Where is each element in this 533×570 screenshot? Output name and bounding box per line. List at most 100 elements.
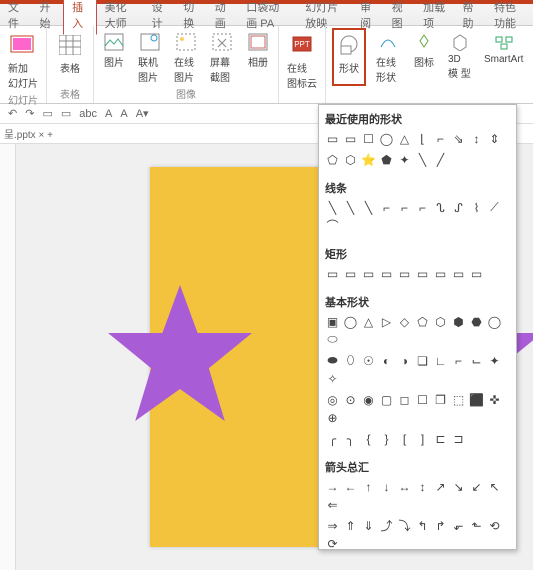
shape-option[interactable]: ◯ xyxy=(487,314,502,329)
shape-option[interactable]: ✦ xyxy=(397,152,412,167)
shape-option[interactable]: ▭ xyxy=(397,266,412,281)
shape-option[interactable]: ▷ xyxy=(379,314,394,329)
shape-option[interactable]: ⌊ xyxy=(415,131,430,146)
shape-option[interactable]: ╱ xyxy=(433,152,448,167)
shape-option[interactable]: ◻ xyxy=(397,392,412,407)
shape-option[interactable]: ◉ xyxy=(361,392,376,407)
icons-button[interactable]: 图标 xyxy=(410,28,438,86)
shape-option[interactable]: ⬐ xyxy=(451,518,466,533)
shape-option[interactable]: ⬯ xyxy=(343,353,358,368)
shape-option[interactable]: ⌙ xyxy=(469,353,484,368)
shape-option[interactable]: ▭ xyxy=(433,266,448,281)
online-picture-button[interactable]: 联机图片 xyxy=(136,28,164,86)
shape-option[interactable]: ╲ xyxy=(343,200,358,215)
online-shapes-button[interactable]: 在线形状 xyxy=(374,28,402,86)
shape-option[interactable]: ╭ xyxy=(325,431,340,446)
mini-tool[interactable]: abc xyxy=(77,108,99,120)
shape-option[interactable]: ◎ xyxy=(325,392,340,407)
mini-tool[interactable]: ▭ xyxy=(59,107,73,120)
shape-option[interactable]: ⌒ xyxy=(325,218,340,233)
3d-model-button[interactable]: 3D 模 型 xyxy=(446,28,474,86)
shape-option[interactable]: ❐ xyxy=(433,392,448,407)
shape-option[interactable]: ↱ xyxy=(433,518,448,533)
shape-option[interactable]: ☐ xyxy=(361,131,376,146)
shape-option[interactable]: ↕ xyxy=(415,479,430,494)
shape-option[interactable]: ╮ xyxy=(343,431,358,446)
shape-option[interactable]: ╲ xyxy=(325,200,340,215)
shape-option[interactable]: ◯ xyxy=(343,314,358,329)
shape-option[interactable]: ╲ xyxy=(361,200,376,215)
shape-option[interactable]: ⬬ xyxy=(325,353,340,368)
shape-option[interactable]: ᔐ xyxy=(433,200,448,215)
shape-option[interactable]: ↰ xyxy=(415,518,430,533)
picture-button[interactable]: 图片 xyxy=(100,28,128,86)
shape-option[interactable]: ☉ xyxy=(361,353,376,368)
shape-option[interactable]: ⌐ xyxy=(379,200,394,215)
mini-tool[interactable]: A xyxy=(103,108,114,120)
shape-option[interactable]: ⇓ xyxy=(361,518,376,533)
shape-option[interactable]: ⌐ xyxy=(415,200,430,215)
shape-option[interactable]: ▢ xyxy=(379,392,394,407)
shape-option[interactable]: ↗ xyxy=(433,479,448,494)
shape-option[interactable]: ⌐ xyxy=(397,200,412,215)
shape-option[interactable]: ↑ xyxy=(361,479,376,494)
shape-option[interactable]: ✧ xyxy=(325,371,340,386)
slide-thumbnail-pane[interactable] xyxy=(0,144,16,570)
shape-option[interactable]: ⤵ xyxy=(397,518,412,533)
shape-option[interactable]: ⊙ xyxy=(343,392,358,407)
shape-option[interactable]: { xyxy=(361,431,376,446)
shape-option[interactable]: [ xyxy=(397,431,412,446)
shape-option[interactable]: ↕ xyxy=(469,131,484,146)
shape-option[interactable]: ⬡ xyxy=(343,152,358,167)
shape-option[interactable]: ▭ xyxy=(361,266,376,281)
shape-option[interactable]: ⇒ xyxy=(325,518,340,533)
shape-option[interactable]: ❏ xyxy=(415,353,430,368)
shape-option[interactable]: ⊕ xyxy=(325,410,340,425)
shape-option[interactable]: ▭ xyxy=(325,266,340,281)
shape-option[interactable]: ⊐ xyxy=(451,431,466,446)
shape-option[interactable]: ↖ xyxy=(487,479,502,494)
shape-option[interactable]: ↔ xyxy=(397,479,412,494)
table-button[interactable]: 表格 xyxy=(53,28,87,77)
shape-option[interactable]: ← xyxy=(343,479,358,494)
mini-tool[interactable]: ↶ xyxy=(6,107,19,120)
shape-option[interactable]: ↓ xyxy=(379,479,394,494)
shape-option[interactable]: ▭ xyxy=(469,266,484,281)
shape-option[interactable]: ✦ xyxy=(487,353,502,368)
shape-option[interactable]: } xyxy=(379,431,394,446)
shape-option[interactable]: ] xyxy=(415,431,430,446)
online-shape-button[interactable]: 在线图片 xyxy=(172,28,200,86)
mini-tool[interactable]: A▾ xyxy=(134,107,151,120)
shape-option[interactable]: ⬭ xyxy=(325,332,340,347)
shape-option[interactable]: ⬛ xyxy=(469,392,484,407)
shape-option[interactable]: ⇑ xyxy=(343,518,358,533)
shape-option[interactable]: ⌐ xyxy=(433,131,448,146)
shape-option[interactable]: ⬣ xyxy=(469,314,484,329)
shape-option[interactable]: ⇘ xyxy=(451,131,466,146)
shape-option[interactable]: ⬡ xyxy=(433,314,448,329)
shape-option[interactable]: ⬟ xyxy=(379,152,394,167)
shape-option[interactable]: △ xyxy=(361,314,376,329)
shape-option[interactable]: ◯ xyxy=(379,131,394,146)
shape-option[interactable]: ⟳ xyxy=(325,536,340,550)
photo-album-button[interactable]: 相册 xyxy=(244,28,272,86)
shape-option[interactable]: ▭ xyxy=(343,266,358,281)
shape-option[interactable]: ▭ xyxy=(415,266,430,281)
mini-tool[interactable]: A xyxy=(118,108,129,120)
shape-option[interactable]: ⤴ xyxy=(379,518,394,533)
shape-option[interactable]: ↘ xyxy=(451,479,466,494)
star-shape-left[interactable] xyxy=(100,277,260,437)
shape-option[interactable]: ᔑ xyxy=(451,200,466,215)
shape-option[interactable]: ⇐ xyxy=(325,497,340,512)
shape-option[interactable]: ▣ xyxy=(325,314,340,329)
shape-option[interactable]: ◑ xyxy=(397,353,412,368)
new-slide-button[interactable]: 新加 幻灯片 xyxy=(6,28,40,92)
shape-option[interactable]: ⊏ xyxy=(433,431,448,446)
online-icon-button[interactable]: PPT在线 图标云 xyxy=(285,28,319,92)
shape-option[interactable]: ▭ xyxy=(451,266,466,281)
shape-option[interactable]: ▭ xyxy=(379,266,394,281)
screenshot-button[interactable]: 屏幕截图 xyxy=(208,28,236,86)
shape-option[interactable]: ◇ xyxy=(397,314,412,329)
shape-option[interactable]: ⬠ xyxy=(415,314,430,329)
shape-option[interactable]: ▭ xyxy=(343,131,358,146)
